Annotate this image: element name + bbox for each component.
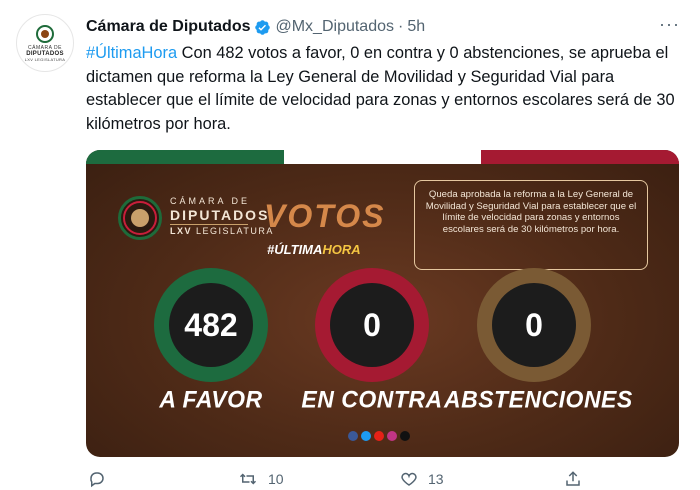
reply-icon xyxy=(90,472,104,488)
like-icon xyxy=(401,472,417,486)
tweet-image[interactable]: CÁMARA DE DIPUTADOS LXV LEGISLATURA VOTO… xyxy=(86,150,679,457)
instagram-icon xyxy=(387,431,397,441)
logo-divider xyxy=(170,224,248,225)
retweet-button[interactable]: 10 xyxy=(238,470,284,488)
tiktok-icon xyxy=(400,431,410,441)
votos-headline: VOTOS xyxy=(264,198,386,234)
separator: · xyxy=(398,18,404,35)
like-button[interactable]: 13 xyxy=(400,470,444,488)
retweet-icon xyxy=(239,473,257,485)
contra-circle: 0 xyxy=(315,268,429,382)
favor-label: A FAVOR xyxy=(159,385,263,413)
abstenciones-count: 0 xyxy=(492,283,576,367)
favor-circle: 482 xyxy=(154,268,268,382)
hashtag-link[interactable]: #ÚltimaHora xyxy=(86,44,177,62)
share-button[interactable] xyxy=(564,470,582,488)
share-icon xyxy=(566,471,580,486)
ultima-hora-tag: #ÚLTIMAHORA xyxy=(267,242,361,257)
social-icons xyxy=(348,431,410,441)
camara-logo: CÁMARA DE DIPUTADOS LXV LEGISLATURA xyxy=(170,196,274,236)
contra-label: EN CONTRA xyxy=(301,385,443,413)
handle[interactable]: @Mx_Diputados xyxy=(275,18,394,36)
logo-line3: LXV LEGISLATURA xyxy=(170,226,274,236)
favor-count: 482 xyxy=(169,283,253,367)
display-name[interactable]: Cámara de Diputados xyxy=(86,18,250,36)
abstenciones-label: ABSTENCIONES xyxy=(444,385,633,413)
camara-seal-icon xyxy=(118,196,162,240)
retweet-count: 10 xyxy=(268,471,284,487)
abstenciones-circle: 0 xyxy=(477,268,591,382)
action-bar: 10 13 xyxy=(86,470,686,490)
avatar-line3: LXV LEGISLATURA xyxy=(24,56,66,62)
twitter-icon xyxy=(361,431,371,441)
flag-stripe xyxy=(86,150,679,164)
tweet-header: Cámara de Diputados @Mx_Diputados · 5h ·… xyxy=(86,14,680,38)
reply-button[interactable] xyxy=(88,470,116,488)
more-icon[interactable]: ··· xyxy=(659,14,680,35)
info-box: Queda aprobada la reforma a la Ley Gener… xyxy=(414,180,648,270)
tweet-text: #ÚltimaHora Con 482 votos a favor, 0 en … xyxy=(86,42,686,136)
like-count: 13 xyxy=(428,471,444,487)
seal-logo-icon xyxy=(36,24,54,43)
contra-count: 0 xyxy=(330,283,414,367)
logo-line1: CÁMARA DE xyxy=(170,196,251,206)
logo-line2: DIPUTADOS xyxy=(170,207,270,223)
youtube-icon xyxy=(374,431,384,441)
verified-badge-icon xyxy=(254,19,271,36)
facebook-icon xyxy=(348,431,358,441)
timestamp[interactable]: 5h xyxy=(407,18,425,36)
avatar[interactable]: CÁMARA DE DIPUTADOS LXV LEGISLATURA xyxy=(16,14,74,72)
